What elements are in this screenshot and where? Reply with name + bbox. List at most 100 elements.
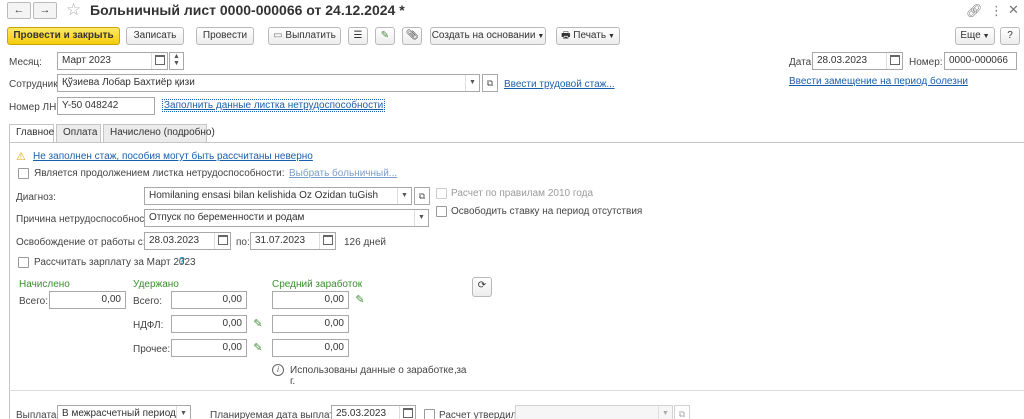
more-label: Еще: [960, 30, 981, 41]
save-button[interactable]: Записать: [126, 27, 184, 45]
pencil-icon: ✎: [380, 30, 390, 41]
fill-data-link[interactable]: Заполнить данные листка нетрудоспособнос…: [161, 99, 386, 112]
free-rate-checkbox[interactable]: [436, 206, 447, 217]
diagnosis-value: Homilaning ensasi bilan kelishida Oz Ozi…: [149, 190, 379, 201]
back-button[interactable]: ←: [7, 2, 31, 19]
employee-input[interactable]: Қўзиева Лобар Бахтиёр қизи ▼: [57, 74, 480, 92]
release-to-value: 31.07.2023: [255, 235, 306, 246]
avg-earnings-2-input[interactable]: 0,00: [272, 315, 349, 333]
calendar-icon[interactable]: [214, 233, 230, 249]
chevron-down-icon[interactable]: ▼: [397, 188, 411, 204]
tab-panel-border: [9, 142, 1024, 143]
sick-number-label: Номер ЛН:: [9, 102, 60, 113]
list-icon: ☰: [353, 30, 363, 41]
withheld-total-input[interactable]: 0,00: [171, 291, 247, 309]
edit-avg-pencil-icon[interactable]: ✎: [354, 294, 366, 306]
payout-value: В межрасчетный период: [62, 408, 176, 419]
days-count: 126 дней: [344, 237, 386, 248]
calc-approved-label: Расчет утвердил: [439, 410, 517, 419]
ndfl-input[interactable]: 0,00: [171, 315, 247, 333]
tab-payment[interactable]: Оплата: [56, 124, 101, 142]
more-button[interactable]: Еще ▼: [955, 27, 995, 45]
calendar-icon[interactable]: [319, 233, 335, 249]
calendar-icon[interactable]: [399, 406, 415, 419]
release-from-value: 28.03.2023: [149, 235, 200, 246]
edit-ndfl-pencil-icon[interactable]: ✎: [252, 318, 264, 330]
chevron-down-icon[interactable]: ▼: [414, 210, 428, 226]
link-icon[interactable]: 🔗︎: [966, 3, 983, 19]
reason-label: Причина нетрудоспособности:: [16, 214, 158, 225]
date-input[interactable]: 28.03.2023: [812, 52, 903, 70]
payout-label: Выплата:: [16, 410, 60, 419]
calendar-icon[interactable]: [151, 53, 167, 69]
tab-accrued-detailed[interactable]: Начислено (подробно): [103, 124, 215, 142]
more-vertical-icon[interactable]: ⋮: [990, 3, 1003, 19]
printer-icon: 🖶︎: [561, 30, 574, 41]
accrued-total-label: Всего:: [19, 296, 48, 307]
diagnosis-input[interactable]: Homilaning ensasi bilan kelishida Oz Ozi…: [144, 187, 412, 205]
employee-label: Сотрудник:: [9, 79, 61, 90]
arrow-right-icon: →: [39, 4, 51, 16]
sick-number-input[interactable]: Y-50 048242: [57, 97, 155, 115]
warning-link[interactable]: Не заполнен стаж, пособия могут быть рас…: [33, 151, 313, 162]
chevron-down-icon[interactable]: ▼: [176, 406, 190, 419]
pay-button[interactable]: ▭ Выплатить: [268, 27, 341, 45]
accrued-total-input[interactable]: 0,00: [49, 291, 126, 309]
chevron-down-icon[interactable]: ▼: [465, 75, 479, 91]
month-value: Март 2023: [62, 55, 111, 66]
forward-button[interactable]: →: [33, 2, 57, 19]
planned-date-label: Планируемая дата выплаты:: [210, 410, 344, 419]
star-icon[interactable]: ☆: [66, 0, 81, 20]
help-button[interactable]: ?: [1000, 27, 1020, 45]
open-icon: ⧉: [678, 409, 686, 419]
avg-earnings-3-input[interactable]: 0,00: [272, 339, 349, 357]
enter-replacement-link[interactable]: Ввести замещение на период болезни: [789, 76, 968, 87]
approved-by-select[interactable]: ▼: [515, 405, 673, 419]
info-text-line1: Использованы данные о заработке за: [290, 365, 467, 376]
chevron-down-icon[interactable]: ▼: [658, 406, 672, 419]
date-value: 28.03.2023: [817, 55, 868, 66]
open-employee-button[interactable]: ⧉: [482, 74, 498, 92]
list-button[interactable]: ☰: [348, 27, 368, 45]
month-stepper[interactable]: ▲ ▼: [169, 52, 184, 70]
calendar-icon[interactable]: [886, 53, 902, 69]
window-title: Больничный лист 0000-000066 от 24.12.202…: [90, 2, 405, 18]
rules-2010-checkbox[interactable]: [436, 188, 447, 199]
avg-earnings-1-input[interactable]: 0,00: [272, 291, 349, 309]
chevron-down-icon: ▼: [606, 33, 615, 40]
post-and-close-button[interactable]: Провести и закрыть: [7, 27, 120, 45]
post-button[interactable]: Провести: [196, 27, 254, 45]
print-button[interactable]: 🖶︎ Печать ▼: [556, 27, 620, 45]
enter-seniority-link[interactable]: Ввести трудовой стаж...: [504, 79, 615, 90]
pay-icon: ▭: [273, 30, 286, 41]
continuation-label: Является продолжением листка нетрудоспос…: [34, 168, 285, 179]
release-to-input[interactable]: 31.07.2023: [250, 232, 336, 250]
close-icon[interactable]: ✕: [1008, 2, 1019, 18]
planned-date-input[interactable]: 25.03.2023: [331, 405, 416, 419]
calc-approved-checkbox[interactable]: [424, 409, 435, 419]
edit-structure-button[interactable]: ✎: [375, 27, 395, 45]
month-input[interactable]: Март 2023: [57, 52, 168, 70]
number-input[interactable]: 0000-000066: [944, 52, 1017, 70]
withheld-header: Удержано: [133, 279, 179, 290]
diagnosis-label: Диагноз:: [16, 192, 56, 203]
pay-label: Выплатить: [285, 30, 336, 41]
payout-select[interactable]: В межрасчетный период ▼: [57, 405, 191, 419]
calc-salary-checkbox[interactable]: [18, 257, 29, 268]
continuation-checkbox[interactable]: [18, 168, 29, 179]
refresh-button[interactable]: ⟳: [472, 277, 492, 297]
info-text-line1-tail: ,: [454, 365, 457, 376]
attach-button[interactable]: 📎︎: [402, 27, 422, 45]
withheld-total-label: Всего:: [133, 296, 162, 307]
open-diagnosis-button[interactable]: ⧉: [414, 187, 430, 205]
release-from-input[interactable]: 28.03.2023: [144, 232, 231, 250]
help-icon[interactable]: ?: [179, 256, 185, 267]
other-input[interactable]: 0,00: [171, 339, 247, 357]
reason-input[interactable]: Отпуск по беременности и родам ▼: [144, 209, 429, 227]
chevron-down-icon: ▼: [535, 33, 545, 40]
edit-other-pencil-icon[interactable]: ✎: [252, 342, 264, 354]
open-approved-by-button[interactable]: ⧉: [674, 405, 690, 419]
choose-sick-link[interactable]: Выбрать больничный...: [289, 168, 397, 179]
tab-main[interactable]: Главное: [9, 124, 54, 143]
create-based-on-button[interactable]: Создать на основании ▼: [430, 27, 546, 45]
